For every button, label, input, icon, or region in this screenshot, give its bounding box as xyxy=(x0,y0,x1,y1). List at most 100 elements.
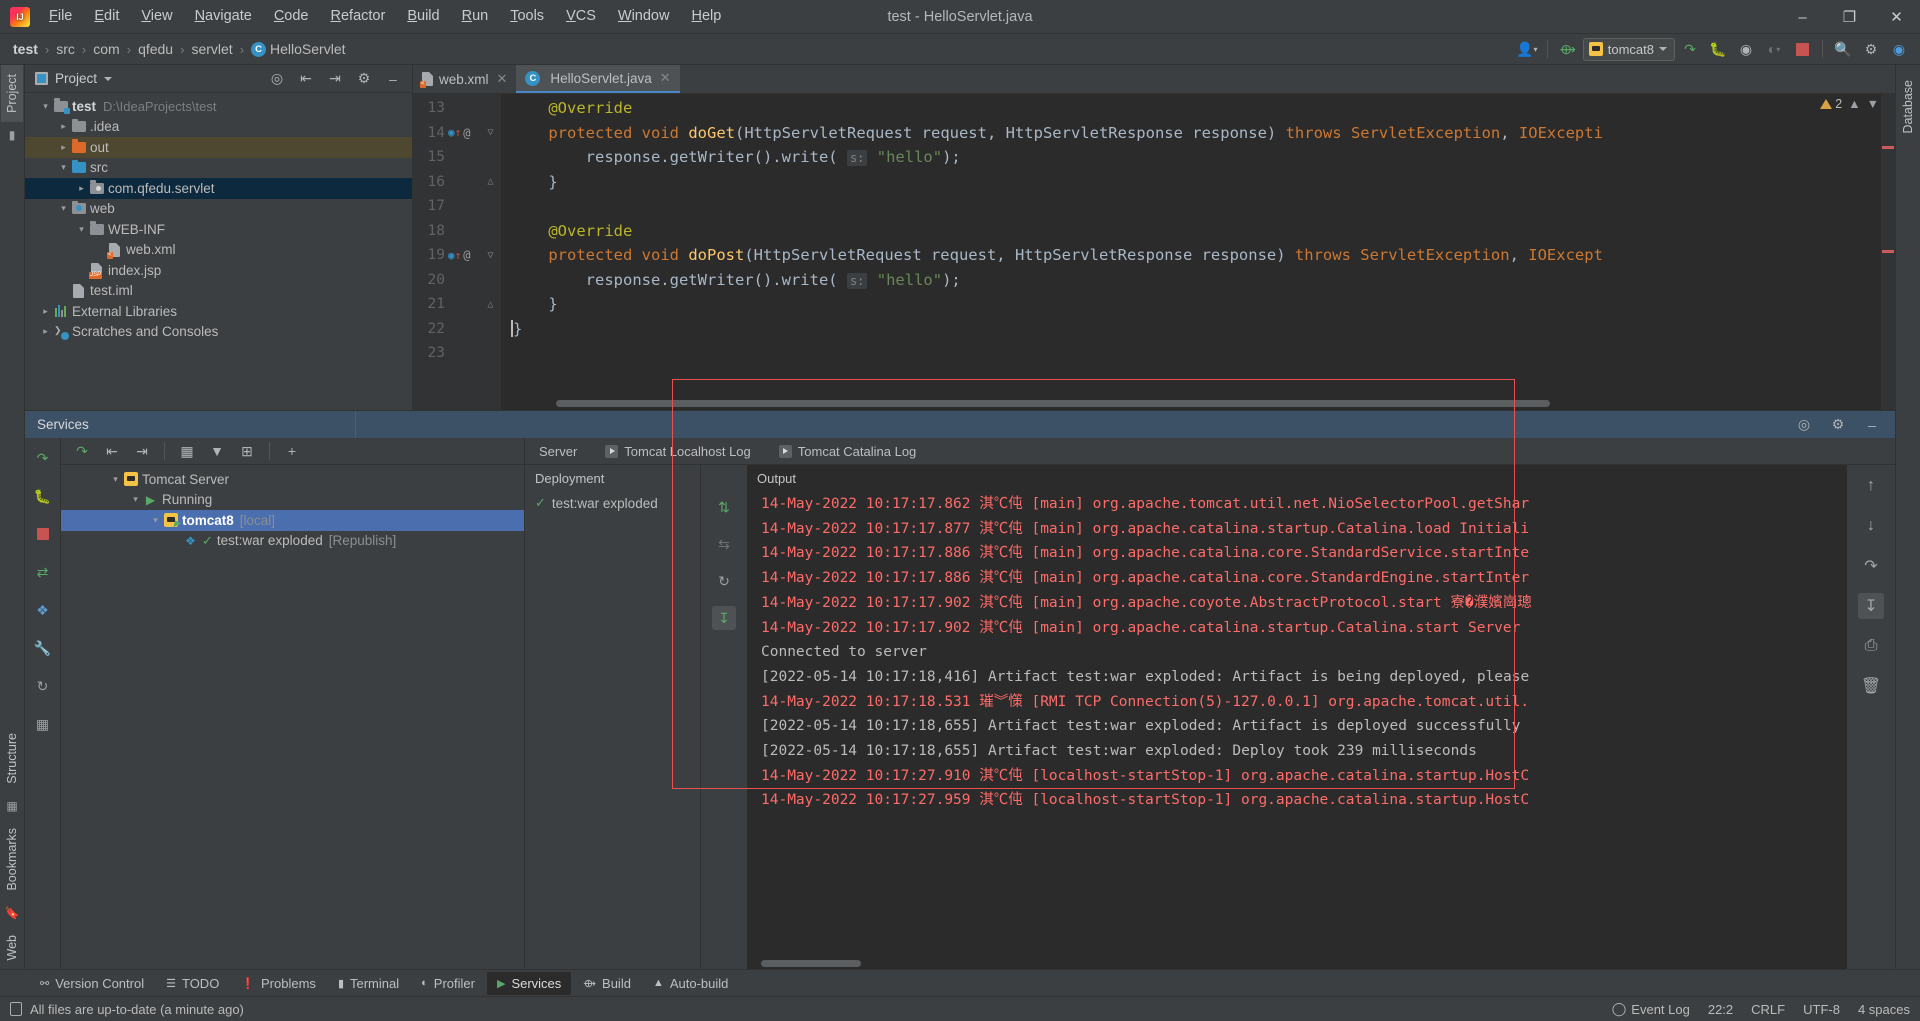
print-icon[interactable]: ⎙ xyxy=(1858,633,1884,659)
chart-icon[interactable]: ▦ xyxy=(31,712,55,736)
trash-icon[interactable]: 🗑 xyxy=(1858,673,1884,699)
services-tree-item[interactable]: ▾ ▶ tomcat8 [local] xyxy=(61,510,524,531)
chevron-down-icon[interactable]: ▾ xyxy=(57,203,70,214)
editor-tab-web-xml[interactable]: < web.xml ✕ xyxy=(413,65,516,93)
code-line[interactable]: protected void doPost(HttpServletRequest… xyxy=(501,243,1895,268)
close-icon[interactable]: ✕ xyxy=(1873,0,1920,34)
code-line[interactable]: } xyxy=(501,317,1895,342)
project-tree-item[interactable]: ▸ ❯ Scratches and Consoles xyxy=(25,322,412,343)
code-line[interactable]: @Override xyxy=(501,219,1895,244)
console-output[interactable]: 14-May-2022 10:17:17.862 淇℃伅 [main] org.… xyxy=(747,492,1847,958)
wrench-icon[interactable]: 🔧 xyxy=(31,636,55,660)
filter-icon[interactable]: ▼ xyxy=(204,439,230,463)
editor-horizontal-scrollbar[interactable] xyxy=(501,400,1881,410)
toolwindow-button-build[interactable]: ⟴ Build xyxy=(573,972,641,995)
chevron-down-icon[interactable]: ▾ xyxy=(39,101,52,112)
build-hammer-icon[interactable]: ⟴ xyxy=(1555,37,1581,61)
stop-icon[interactable] xyxy=(1789,37,1815,61)
services-tree[interactable]: ▾ Tomcat Server ▾ ▶ Running ▾ ▶ tomcat8 [local] ❖… xyxy=(61,465,524,969)
toolwindow-button-version-control[interactable]: ⚯ Version Control xyxy=(30,972,154,995)
hide-icon[interactable]: – xyxy=(380,67,406,91)
gutter-line[interactable]: 23 xyxy=(413,341,501,366)
menu-file[interactable]: File xyxy=(38,4,83,29)
run-coverage-icon[interactable]: ◉ xyxy=(1733,37,1759,61)
minimize-icon[interactable]: – xyxy=(1779,0,1826,34)
close-icon[interactable]: ✕ xyxy=(497,71,508,87)
breadcrumb-item-qfedu[interactable]: qfedu xyxy=(135,39,176,59)
rail-tab-web[interactable]: Web xyxy=(1,926,23,969)
code-line[interactable]: } xyxy=(501,292,1895,317)
inspection-widget[interactable]: 2 ▲ ▼ xyxy=(1820,97,1879,111)
expand-all-icon[interactable]: ⇤ xyxy=(293,67,319,91)
rerun-service-icon[interactable]: ↷ xyxy=(31,446,55,470)
run-icon[interactable]: ↷ xyxy=(1677,37,1703,61)
chevron-down-icon[interactable] xyxy=(104,76,113,81)
encoding[interactable]: UTF-8 xyxy=(1803,1002,1840,1017)
breadcrumb-item-src[interactable]: src xyxy=(53,39,78,59)
down-arrow-icon[interactable]: ↓ xyxy=(1858,513,1884,539)
help-sphere-icon[interactable]: ◉ xyxy=(1886,37,1912,61)
chevron-right-icon[interactable]: ▸ xyxy=(75,183,88,194)
toolwindow-button-terminal[interactable]: ▮ Terminal xyxy=(328,972,409,995)
project-tree-item[interactable]: ▸ com.qfedu.servlet xyxy=(25,178,412,199)
code-line[interactable]: response.getWriter().write( s: "hello"); xyxy=(501,268,1895,293)
menu-run[interactable]: Run xyxy=(451,4,500,29)
chevron-down-icon[interactable]: ▾ xyxy=(149,515,162,526)
chevron-down-icon[interactable]: ▾ xyxy=(109,474,122,485)
run-configuration-selector[interactable]: tomcat8 xyxy=(1582,37,1675,61)
project-tree[interactable]: ▾ test D:\IdeaProjects\test ▸ .idea ▸ out ▾ src ▸… xyxy=(25,93,412,410)
debug-icon[interactable]: 🐛 xyxy=(31,484,55,508)
toolwindow-button-auto-build[interactable]: ▲ Auto-build xyxy=(643,972,738,995)
code-line[interactable] xyxy=(501,194,1895,219)
menu-vcs[interactable]: VCS xyxy=(555,4,607,29)
services-tree-item[interactable]: ❖ ✓ test:war exploded [Republish] xyxy=(61,531,524,552)
project-tree-item[interactable]: < web.xml xyxy=(25,240,412,261)
menu-help[interactable]: Help xyxy=(680,4,732,29)
rerun-icon[interactable]: ↻ xyxy=(712,569,736,593)
search-icon[interactable]: 🔍 xyxy=(1830,37,1856,61)
rail-tab-structure[interactable]: Structure xyxy=(1,724,23,793)
code-line[interactable]: @Override xyxy=(501,96,1895,121)
add-frame-icon[interactable]: ⊞ xyxy=(234,439,260,463)
breadcrumb-item-servlet[interactable]: servlet xyxy=(188,39,235,59)
project-tree-item[interactable]: JSP index.jsp xyxy=(25,260,412,281)
deployment-item[interactable]: ✓ test:war exploded xyxy=(525,492,700,514)
rail-tab-bookmarks[interactable]: Bookmarks xyxy=(1,819,23,900)
dump-icon[interactable]: ↧ xyxy=(712,606,736,630)
scroll-to-end-icon[interactable]: ⇅ xyxy=(712,495,736,519)
add-icon[interactable]: + xyxy=(279,439,305,463)
menu-view[interactable]: View xyxy=(130,4,183,29)
breadcrumb-item-com[interactable]: com xyxy=(90,39,122,59)
rail-tab-project[interactable]: Project xyxy=(1,65,23,122)
gutter-line[interactable]: 14 ◉↑ @ ▽ xyxy=(413,121,501,146)
gutter-line[interactable]: 15 xyxy=(413,145,501,170)
code-line[interactable]: } xyxy=(501,170,1895,195)
refresh-icon[interactable]: ↻ xyxy=(31,674,55,698)
chevron-down-icon[interactable]: ▾ xyxy=(129,494,142,505)
gutter-line[interactable]: 17 xyxy=(413,194,501,219)
editor-code[interactable]: @Override protected void doGet(HttpServl… xyxy=(501,94,1895,410)
soft-wrap-icon[interactable]: ↷ xyxy=(1858,553,1884,579)
fold-close-icon[interactable]: △ xyxy=(485,176,496,187)
settings-gear-icon[interactable]: ⚙ xyxy=(1825,413,1851,437)
log-tab-server[interactable]: Server xyxy=(525,438,591,464)
chevron-right-icon[interactable]: ▸ xyxy=(39,326,52,337)
services-tree-item[interactable]: ▾ Tomcat Server xyxy=(61,469,524,490)
code-line[interactable]: protected void doGet(HttpServletRequest … xyxy=(501,121,1895,146)
close-icon[interactable]: ✕ xyxy=(660,70,671,86)
toolwindow-button-services[interactable]: ▶ Services xyxy=(486,971,572,995)
user-icon[interactable]: 👤 ▾ xyxy=(1514,37,1540,61)
project-tree-item[interactable]: ▾ web xyxy=(25,199,412,220)
group-icon[interactable]: ▦ xyxy=(174,439,200,463)
breadcrumb-item-test[interactable]: test xyxy=(10,39,41,59)
project-tree-item[interactable]: ▾ WEB-INF xyxy=(25,219,412,240)
menu-edit[interactable]: Edit xyxy=(83,4,130,29)
line-separator[interactable]: CRLF xyxy=(1751,1002,1785,1017)
debug-icon[interactable]: 🐛 xyxy=(1705,37,1731,61)
annotation-marker-icon[interactable]: @ xyxy=(463,126,470,140)
chevron-down-icon[interactable]: ▾ xyxy=(75,224,88,235)
hide-icon[interactable]: – xyxy=(1859,413,1885,437)
menu-navigate[interactable]: Navigate xyxy=(184,4,263,29)
menu-refactor[interactable]: Refactor xyxy=(320,4,397,29)
chevron-right-icon[interactable]: ▸ xyxy=(57,121,70,132)
